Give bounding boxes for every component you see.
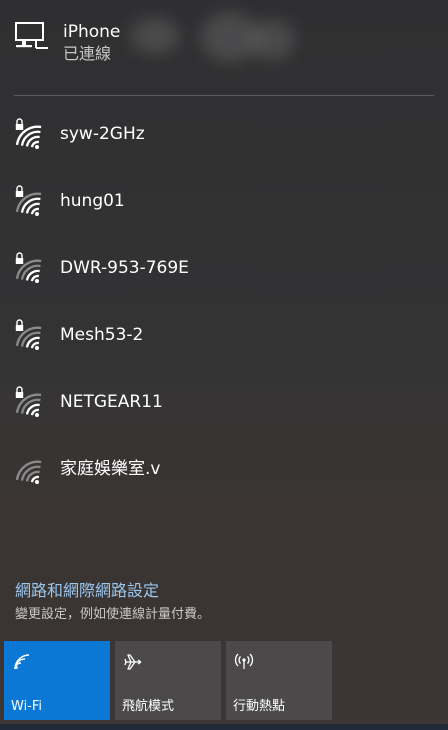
wifi-icon: [14, 654, 30, 670]
secured-wifi-signal-icon: [15, 118, 42, 149]
hotspot-icon: [234, 653, 254, 669]
lock-icon: [15, 319, 24, 331]
network-name: DWR-953-769E: [60, 258, 189, 278]
secured-wifi-signal-icon: [15, 386, 42, 417]
mobile-hotspot-label: 行動熱點: [233, 699, 286, 714]
wifi-toggle-button[interactable]: Wi-Fi: [4, 641, 110, 720]
airplane-mode-button[interactable]: 飛航模式: [115, 641, 221, 720]
connected-network-status: 已連線: [63, 44, 112, 63]
ethernet-pc-icon: [15, 22, 48, 49]
secured-wifi-signal-icon: [15, 319, 42, 350]
lock-icon: [15, 118, 24, 130]
airplane-icon: [124, 654, 142, 670]
network-item[interactable]: hung01: [0, 170, 448, 230]
taskbar-edge: [0, 724, 448, 730]
network-settings-description: 變更設定，例如使連線計量付費。: [15, 607, 211, 622]
connected-network[interactable]: iPhone 已連線: [0, 0, 448, 90]
connected-network-name: iPhone: [63, 22, 121, 42]
network-item[interactable]: Mesh53-2: [0, 304, 448, 364]
network-item[interactable]: 家庭娛樂室.v: [0, 438, 448, 498]
network-name: syw-2GHz: [60, 124, 145, 144]
airplane-mode-label: 飛航模式: [122, 699, 175, 714]
network-item[interactable]: DWR-953-769E: [0, 237, 448, 297]
lock-icon: [15, 386, 24, 398]
redaction-blur: [250, 20, 295, 60]
network-name: 家庭娛樂室.v: [60, 459, 161, 479]
secured-wifi-signal-icon: [15, 252, 42, 283]
network-name: NETGEAR11: [60, 392, 163, 412]
network-name: Mesh53-2: [60, 325, 144, 345]
network-flyout: iPhone 已連線 syw-2GHz hung01 DWR-953-769E Mes…: [0, 0, 448, 730]
redaction-blur: [130, 18, 180, 54]
lock-icon: [15, 185, 24, 197]
network-item[interactable]: syw-2GHz: [0, 103, 448, 163]
lock-icon: [15, 252, 24, 264]
network-item[interactable]: NETGEAR11: [0, 371, 448, 431]
network-settings-link[interactable]: 網路和網際網路設定: [15, 580, 159, 602]
wifi-tile-label: Wi-Fi: [11, 699, 43, 714]
mobile-hotspot-button[interactable]: 行動熱點: [226, 641, 332, 720]
wifi-signal-icon: [15, 460, 42, 484]
secured-wifi-signal-icon: [15, 185, 42, 216]
divider: [14, 95, 434, 96]
network-name: hung01: [60, 191, 125, 211]
